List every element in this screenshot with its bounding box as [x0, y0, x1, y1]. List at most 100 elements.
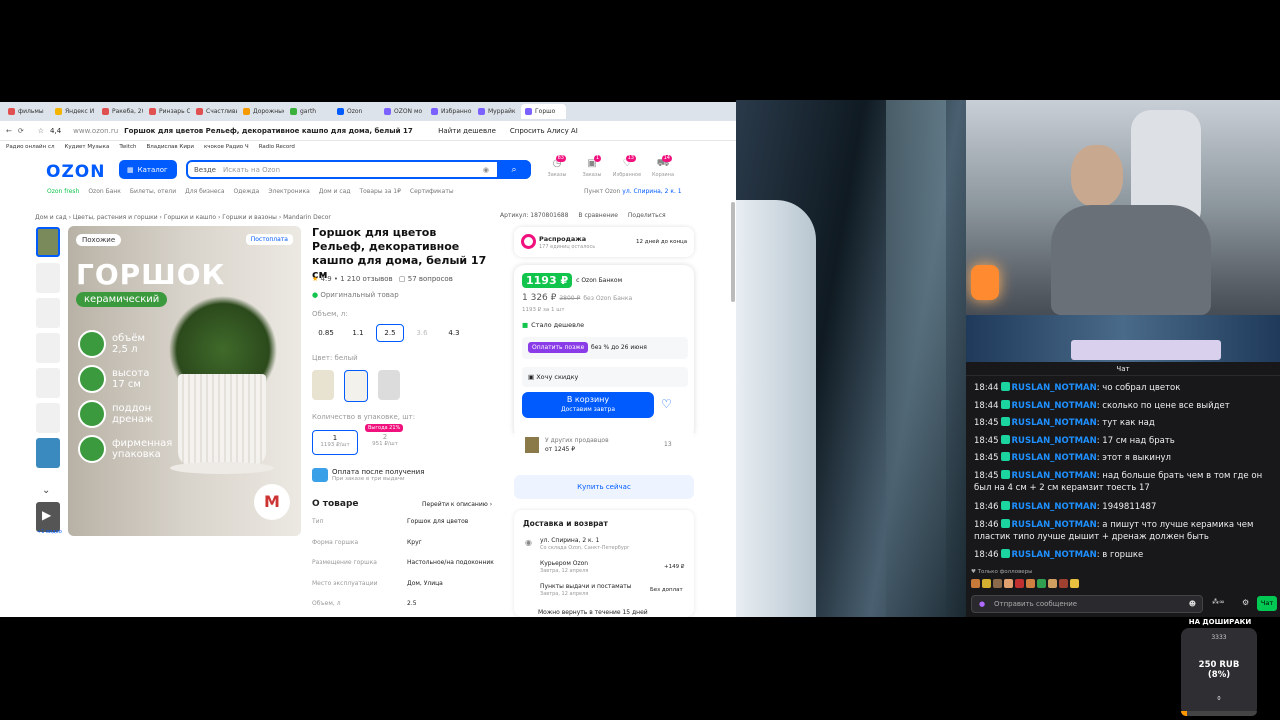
thumbnail[interactable] [36, 298, 60, 328]
share-button[interactable]: Поделиться [628, 212, 666, 219]
subnav-link[interactable]: Одежда [234, 188, 260, 198]
bookmark-item[interactable]: Twitch [119, 144, 136, 150]
volume-option[interactable]: 4.3 [440, 324, 468, 342]
browser-tab[interactable]: Ракеба, 20 [98, 104, 143, 119]
color-swatch[interactable] [312, 370, 334, 400]
chat-username[interactable]: RUSLAN_NOTMAN [1012, 401, 1097, 411]
similar-badge[interactable]: Похожие [76, 234, 122, 246]
browser-tab[interactable]: Ozon [333, 104, 378, 119]
chat-username[interactable]: RUSLAN_NOTMAN [1012, 502, 1097, 512]
catalog-button[interactable]: ▦ Каталог [119, 160, 177, 179]
chat-username[interactable]: RUSLAN_NOTMAN [1012, 436, 1097, 446]
ask-alice-button[interactable]: Спросить Алису AI [510, 127, 578, 135]
header-cart-button[interactable]: ⛟ 14 Корзина [646, 155, 680, 178]
other-sellers[interactable]: У других продавцов от 1245 ₽ 13 [514, 433, 694, 465]
emoji-icon[interactable]: ☻ [1189, 596, 1196, 612]
send-chat-button[interactable]: Чат [1257, 596, 1277, 611]
header-box-button[interactable]: ▣ 1 Заказы [575, 155, 609, 178]
browser-tab[interactable]: Муррайк [474, 104, 519, 119]
emote-icon[interactable] [1048, 579, 1057, 588]
search-button[interactable]: ⌕ [497, 160, 531, 179]
emote-icon[interactable] [1015, 579, 1024, 588]
emote-icon[interactable] [1004, 579, 1013, 588]
emote-icon[interactable] [1070, 579, 1079, 588]
chat-username[interactable]: RUSLAN_NOTMAN [1012, 418, 1097, 428]
channel-points[interactable]: ⁂∞ [1212, 598, 1225, 606]
delivery-address[interactable]: ул. Спирина, 2 к. 1 [540, 537, 599, 544]
rating-row[interactable]: ★ 4.9 • 1 210 отзывов ▢ 57 вопросов [312, 275, 453, 283]
volume-option[interactable]: 3.6 [408, 324, 436, 342]
favorite-heart-icon[interactable]: ♡ [661, 397, 672, 411]
subnav-link[interactable]: Билеты, отели [130, 188, 176, 198]
subnav-link[interactable]: Ozon Банк [88, 188, 121, 198]
thumbnail[interactable] [36, 403, 60, 433]
buy-now-button[interactable]: Купить сейчас [514, 475, 694, 499]
bookmark-item[interactable]: кчокое Радио Ч [204, 144, 249, 150]
pay-later-button[interactable]: Оплатить позже [528, 342, 589, 353]
search-scope[interactable]: Везде [188, 166, 223, 174]
product-image[interactable]: Похожие Постоплата ГОРШОК керамический о… [68, 226, 301, 536]
questions-link[interactable]: 57 вопросов [408, 275, 453, 283]
thumbnail[interactable] [36, 438, 60, 468]
emote-icon[interactable] [982, 579, 991, 588]
chat-username[interactable]: RUSLAN_NOTMAN [1012, 453, 1097, 463]
reload-icon[interactable]: ⟳ [18, 127, 24, 135]
subnav-link[interactable]: Дом и сад [319, 188, 351, 198]
browser-tab[interactable]: Горшо [521, 104, 566, 119]
subnav-link[interactable]: Электроника [268, 188, 309, 198]
chat-username[interactable]: RUSLAN_NOTMAN [1012, 383, 1097, 393]
courier-option[interactable]: Курьером Ozon [540, 560, 588, 567]
find-cheaper-button[interactable]: Найти дешевле [438, 127, 496, 135]
chevron-down-icon[interactable]: ⌄ [42, 485, 50, 496]
browser-tab[interactable]: Счастливые [192, 104, 237, 119]
thumbnail[interactable] [36, 333, 60, 363]
browser-tab[interactable]: garth [286, 104, 331, 119]
volume-option[interactable]: 2.5 [376, 324, 404, 342]
bookmark-item[interactable]: Radio Record [259, 144, 295, 150]
subnav-link[interactable]: Для бизнеса [185, 188, 224, 198]
chat-username[interactable]: RUSLAN_NOTMAN [1012, 550, 1097, 560]
browser-tab[interactable]: Избранно [427, 104, 472, 119]
bookmark-item[interactable]: Радио онлайн сл [6, 144, 54, 150]
video-thumbnail[interactable]: ▶ [36, 502, 60, 532]
color-swatch[interactable] [344, 370, 368, 402]
specs-link[interactable]: Перейти к описанию › [422, 501, 492, 508]
search-bar[interactable]: Везде Искать на Ozon ◉ ⌕ [186, 160, 531, 179]
compare-button[interactable]: В сравнение [578, 212, 617, 219]
pickup-point[interactable]: Пункт Ozon ул. Спирина, 2 к. 1 [584, 188, 682, 195]
color-swatch[interactable] [378, 370, 400, 400]
want-discount-row[interactable]: ▣ Хочу скидку [522, 367, 688, 387]
header-orders-button[interactable]: ◷ 83 Заказы [540, 155, 574, 178]
emote-icon[interactable] [1037, 579, 1046, 588]
gear-icon[interactable]: ⚙ [1242, 598, 1249, 607]
thumbnail[interactable] [36, 263, 60, 293]
subnav-link[interactable]: Ozon fresh [47, 188, 79, 198]
subnav-link[interactable]: Сертификаты [410, 188, 454, 198]
chat-username[interactable]: RUSLAN_NOTMAN [1012, 471, 1097, 481]
volume-option[interactable]: 0.85 [312, 324, 340, 342]
bookmark-item[interactable]: Владислав Кири [146, 144, 193, 150]
browser-tab[interactable]: Дорожные [239, 104, 284, 119]
browser-tab[interactable]: OZON мо [380, 104, 425, 119]
volume-option[interactable]: 1.1 [344, 324, 372, 342]
sale-banner[interactable]: Распродажа 177 единиц осталось 12 дней д… [514, 227, 694, 257]
breadcrumb[interactable]: Дом и сад › Цветы, растения и горшки › Г… [35, 214, 331, 221]
browser-tab[interactable]: Яндекс И [51, 104, 96, 119]
thumbnail[interactable] [36, 368, 60, 398]
pay-later-row[interactable]: Оплатить позже без % до 26 июня [522, 337, 688, 359]
emote-icon[interactable] [1059, 579, 1068, 588]
pack-option-1[interactable]: 1 1193 ₽/шт [312, 430, 358, 455]
header-heart-button[interactable]: ♡ 13 Избранное [610, 155, 644, 178]
browser-tab[interactable]: фильмы [4, 104, 49, 119]
camera-icon[interactable]: ◉ [483, 166, 489, 174]
ozon-logo[interactable]: OZON [46, 162, 105, 182]
emote-icon[interactable] [993, 579, 1002, 588]
back-icon[interactable]: ← [6, 127, 12, 135]
subnav-link[interactable]: Товары за 1₽ [360, 188, 401, 198]
add-to-cart-button[interactable]: В корзину Доставим завтра [522, 392, 654, 418]
emote-icon[interactable] [1026, 579, 1035, 588]
pickup-points-option[interactable]: Пункты выдачи и постаматы [540, 583, 632, 590]
scrollbar[interactable] [731, 202, 735, 302]
chat-input[interactable]: ● Отправить сообщение ☻ [971, 595, 1203, 613]
emote-icon[interactable] [971, 579, 980, 588]
